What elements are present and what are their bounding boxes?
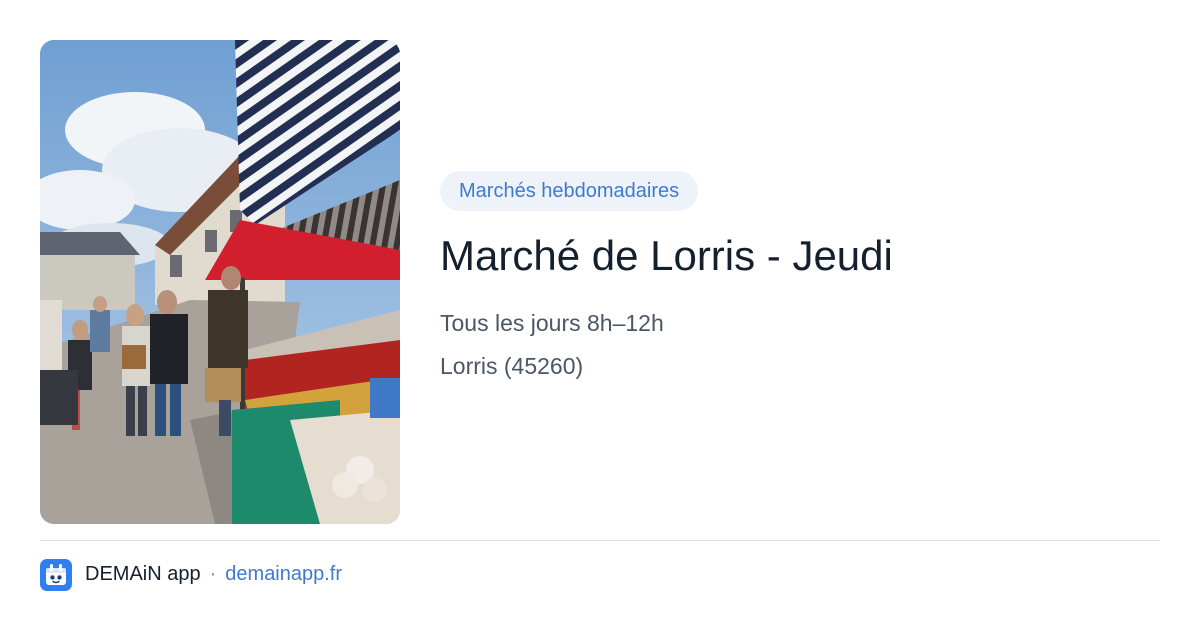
footer: DEMAiN app · demainapp.fr (40, 558, 342, 591)
category-badge[interactable]: Marchés hebdomadaires (440, 171, 699, 211)
market-schedule: Tous les jours 8h–12h (440, 310, 664, 336)
app-name: DEMAiN app (85, 563, 201, 585)
market-location: Lorris (45260) (440, 353, 584, 379)
demain-app-logo-icon (40, 558, 72, 591)
footer-divider (40, 540, 1160, 541)
app-website-link[interactable]: demainapp.fr (225, 563, 342, 586)
footer-separator: · (209, 563, 217, 585)
market-photo (40, 40, 400, 524)
market-title: Marché de Lorris - Jeudi (440, 232, 893, 279)
